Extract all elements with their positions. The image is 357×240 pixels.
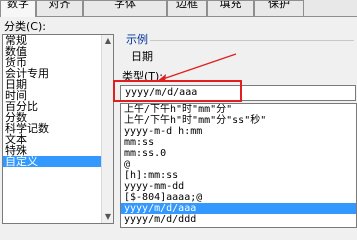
- annotation-arrow-icon: [156, 53, 237, 82]
- category-label: 分类(C):: [4, 20, 46, 33]
- format-item[interactable]: [$-804]aaaa;@: [121, 192, 356, 203]
- format-item[interactable]: mm:ss: [121, 137, 356, 148]
- category-scrollbar[interactable]: ▲ ▼: [101, 35, 113, 223]
- format-item[interactable]: 上午/下午h"时"mm"分": [121, 104, 356, 115]
- category-item-custom[interactable]: 自定义: [3, 156, 113, 167]
- format-item[interactable]: @: [121, 159, 356, 170]
- format-item[interactable]: mm:ss.0: [121, 148, 356, 159]
- scroll-down-icon[interactable]: ▼: [103, 212, 113, 222]
- format-item[interactable]: yyyy-m-d h:mm: [121, 126, 356, 137]
- format-item[interactable]: [h]:mm:ss: [121, 170, 356, 181]
- sample-divider: [150, 40, 354, 41]
- tab-border[interactable]: 边框: [167, 0, 207, 16]
- tab-protection[interactable]: 保护: [254, 0, 304, 16]
- sample-label: 示例: [126, 33, 148, 46]
- format-list[interactable]: 上午/下午h"时"mm"分" 上午/下午h"时"mm"分"ss"秒" yyyy-…: [120, 103, 357, 228]
- tab-font[interactable]: 字体: [83, 0, 167, 16]
- scroll-up-icon[interactable]: ▲: [103, 36, 113, 46]
- format-item[interactable]: yyyy/m/d/ddd: [121, 214, 356, 225]
- category-list[interactable]: 常规 数值 货币 会计专用 日期 时间 百分比 分数 科学记数 文本 特殊 自定…: [2, 34, 114, 224]
- tab-fill[interactable]: 填充: [207, 0, 254, 16]
- tab-strip: 数字 对齐 字体 边框 填充 保护: [0, 0, 357, 17]
- tab-alignment[interactable]: 对齐: [36, 0, 83, 16]
- type-input[interactable]: yyyy/m/d/aaa: [120, 85, 356, 101]
- tab-number[interactable]: 数字: [0, 0, 36, 17]
- format-item[interactable]: yyyy-mm-dd: [121, 181, 356, 192]
- format-item-selected[interactable]: yyyy/m/d/aaa: [121, 203, 356, 214]
- format-item[interactable]: 上午/下午h"时"mm"分"ss"秒": [121, 115, 356, 126]
